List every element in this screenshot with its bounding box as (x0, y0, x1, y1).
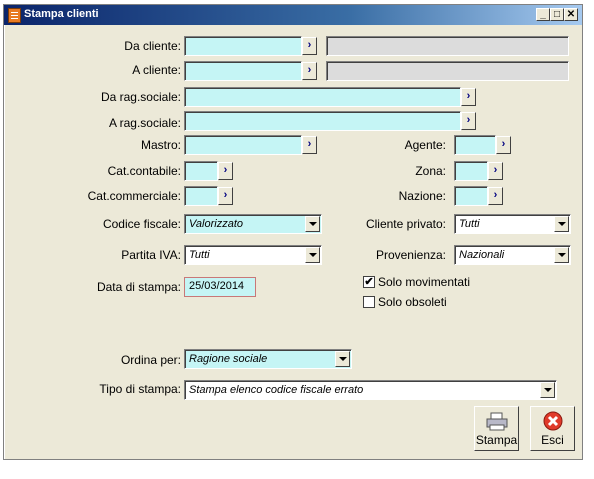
chevron-down-icon[interactable] (305, 247, 320, 263)
agente-input[interactable] (454, 135, 496, 155)
provenienza-select[interactable]: Nazionali (454, 245, 571, 265)
zona-input[interactable] (454, 161, 488, 181)
chevron-down-icon[interactable] (554, 216, 569, 232)
cliente-privato-value: Tutti (459, 218, 480, 230)
da-cliente-zoom-button[interactable]: › (302, 37, 317, 55)
cat-commerciale-zoom-button[interactable]: › (218, 187, 233, 205)
cat-commerciale-label: Cat.commerciale: (87, 189, 181, 203)
data-stampa-label: Data di stampa: (96, 280, 181, 294)
data-stampa-input[interactable]: 25/03/2014 (184, 277, 256, 297)
close-icon (543, 411, 563, 431)
esci-button-label: Esci (541, 433, 564, 447)
nazione-input[interactable] (454, 186, 488, 206)
ordina-per-select[interactable]: Ragione sociale (184, 349, 352, 369)
chevron-down-icon[interactable] (305, 216, 320, 232)
tipo-stampa-label: Tipo di stampa: (99, 382, 181, 396)
codice-fiscale-label: Codice fiscale: (102, 217, 181, 231)
stampa-button-label: Stampa (475, 433, 518, 447)
app-icon (8, 8, 21, 23)
da-rag-sociale-input[interactable] (184, 87, 461, 107)
agente-label: Agente: (404, 138, 446, 152)
zona-label: Zona: (415, 164, 446, 178)
cat-contabile-input[interactable] (184, 161, 218, 181)
da-cliente-input[interactable] (184, 36, 302, 56)
da-rag-sociale-label: Da rag.sociale: (100, 90, 181, 104)
solo-obsoleti-checkbox[interactable] (363, 296, 375, 308)
partita-iva-value: Tutti (189, 249, 210, 261)
a-cliente-description (326, 61, 569, 81)
codice-fiscale-value: Valorizzato (189, 218, 244, 230)
title-bar: Stampa clienti _ □ ✕ (4, 5, 582, 25)
zona-zoom-button[interactable]: › (488, 162, 503, 180)
a-rag-sociale-input[interactable] (184, 111, 461, 131)
solo-obsoleti-label: Solo obsoleti (378, 295, 447, 309)
a-rag-sociale-label: A rag.sociale: (108, 116, 181, 130)
cat-commerciale-input[interactable] (184, 186, 218, 206)
tipo-stampa-select[interactable]: Stampa elenco codice fiscale errato (184, 380, 557, 400)
maximize-button[interactable]: □ (550, 8, 564, 21)
da-cliente-label: Da cliente: (124, 39, 181, 53)
provenienza-label: Provenienza: (375, 248, 446, 262)
solo-movimentati-label: Solo movimentati (378, 275, 471, 289)
agente-zoom-button[interactable]: › (496, 136, 511, 154)
solo-movimentati-checkbox[interactable]: ✔ (363, 276, 375, 288)
nazione-label: Nazione: (398, 189, 446, 203)
da-cliente-description (326, 36, 569, 56)
cat-contabile-label: Cat.contabile: (107, 164, 181, 178)
mastro-label: Mastro: (140, 138, 181, 152)
esci-button[interactable]: Esci (530, 406, 575, 451)
codice-fiscale-select[interactable]: Valorizzato (184, 214, 322, 234)
chevron-down-icon[interactable] (335, 351, 350, 367)
cliente-privato-label: Cliente privato: (365, 217, 446, 231)
close-button[interactable]: ✕ (564, 8, 578, 21)
chevron-down-icon[interactable] (540, 382, 555, 398)
printer-icon (486, 412, 508, 431)
partita-iva-label: Partita IVA: (121, 248, 181, 262)
a-rag-sociale-zoom-button[interactable]: › (461, 112, 476, 130)
minimize-button[interactable]: _ (536, 8, 550, 21)
nazione-zoom-button[interactable]: › (488, 187, 503, 205)
stampa-button[interactable]: Stampa (474, 406, 519, 451)
a-cliente-input[interactable] (184, 61, 302, 81)
a-cliente-zoom-button[interactable]: › (302, 62, 317, 80)
partita-iva-select[interactable]: Tutti (184, 245, 322, 265)
chevron-down-icon[interactable] (554, 247, 569, 263)
window-title: Stampa clienti (24, 8, 99, 20)
tipo-stampa-value: Stampa elenco codice fiscale errato (189, 384, 364, 396)
a-cliente-label: A cliente: (132, 63, 181, 77)
ordina-per-value: Ragione sociale (189, 353, 268, 365)
stampa-clienti-window: Stampa clienti _ □ ✕ Da cliente: › A cli… (3, 4, 583, 460)
mastro-zoom-button[interactable]: › (302, 136, 317, 154)
cat-contabile-zoom-button[interactable]: › (218, 162, 233, 180)
provenienza-value: Nazionali (459, 249, 505, 261)
mastro-input[interactable] (184, 135, 302, 155)
cliente-privato-select[interactable]: Tutti (454, 214, 571, 234)
ordina-per-label: Ordina per: (120, 353, 181, 367)
da-rag-sociale-zoom-button[interactable]: › (461, 88, 476, 106)
